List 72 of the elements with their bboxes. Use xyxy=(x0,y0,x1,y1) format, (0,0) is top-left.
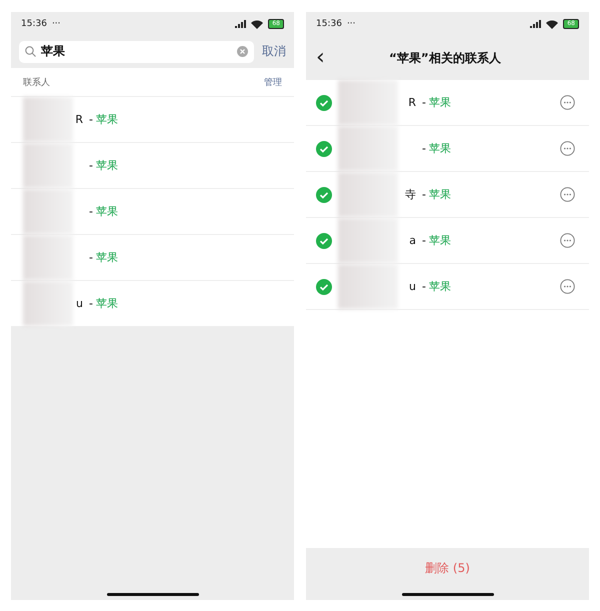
redaction-blur xyxy=(23,235,73,280)
check-icon[interactable] xyxy=(316,232,332,248)
keyword-text: 苹果 xyxy=(96,158,118,173)
status-dots: ··· xyxy=(346,19,356,29)
contact-row[interactable]: - 苹果 xyxy=(11,143,294,189)
separator-text: - xyxy=(422,188,426,201)
manage-button[interactable]: 管理 xyxy=(264,76,282,88)
wifi-icon xyxy=(251,20,264,28)
status-dots: ··· xyxy=(52,19,61,29)
separator-text: - xyxy=(89,159,93,172)
keyword-text: 苹果 xyxy=(96,204,118,219)
contact-row[interactable]: a - 苹果 xyxy=(306,218,589,264)
contact-name: R xyxy=(75,113,83,126)
wifi-icon xyxy=(546,20,558,28)
page-title: “苹果”相关的联系人 xyxy=(388,50,502,66)
check-icon[interactable] xyxy=(316,94,332,110)
separator-text: - xyxy=(422,280,426,293)
contact-name: a xyxy=(409,234,416,247)
redaction-blur xyxy=(23,143,73,188)
keyword-text: 苹果 xyxy=(96,250,118,265)
contact-row[interactable]: R - 苹果 xyxy=(11,97,294,143)
check-icon[interactable] xyxy=(316,140,332,156)
contact-name: u xyxy=(76,297,83,310)
cancel-button[interactable]: 取消 xyxy=(262,42,286,60)
signal-icon xyxy=(529,20,542,28)
redaction-blur xyxy=(23,281,73,326)
check-icon[interactable] xyxy=(316,278,332,294)
more-icon[interactable] xyxy=(560,233,575,248)
contact-name: u xyxy=(409,280,416,293)
keyword-text: 苹果 xyxy=(96,296,118,311)
separator-text: - xyxy=(422,234,426,247)
contact-row[interactable]: - 苹果 xyxy=(11,235,294,281)
redaction-blur xyxy=(23,189,73,234)
contact-row[interactable]: R - 苹果 xyxy=(306,80,589,126)
separator-text: - xyxy=(89,297,93,310)
contact-row[interactable]: u - 苹果 xyxy=(306,264,589,310)
keyword-text: 苹果 xyxy=(428,233,451,248)
contact-name: R xyxy=(408,96,416,109)
separator-text: - xyxy=(422,96,426,109)
redaction-blur xyxy=(338,218,398,263)
separator-text: - xyxy=(89,251,93,264)
separator-text: - xyxy=(89,205,93,218)
contact-row[interactable]: - 苹果 xyxy=(11,189,294,235)
more-icon[interactable] xyxy=(560,95,575,110)
more-icon[interactable] xyxy=(560,141,575,156)
back-button[interactable]: ‹ xyxy=(316,47,325,69)
redaction-blur xyxy=(338,264,398,309)
status-time: 15:36 xyxy=(21,19,47,29)
contact-row[interactable]: 寺 - 苹果 xyxy=(306,172,589,218)
redaction-blur xyxy=(338,126,398,171)
redaction-blur xyxy=(23,97,73,142)
separator-text: - xyxy=(422,142,426,155)
keyword-text: 苹果 xyxy=(428,187,451,202)
redaction-blur xyxy=(338,80,398,125)
contact-row[interactable]: u - 苹果 xyxy=(11,281,294,327)
search-field[interactable]: 苹果 xyxy=(19,40,254,62)
keyword-text: 苹果 xyxy=(428,279,451,294)
status-time: 15:36 xyxy=(316,19,342,29)
contact-name: 寺 xyxy=(405,187,416,202)
check-icon[interactable] xyxy=(316,186,332,202)
search-icon xyxy=(25,46,36,56)
keyword-text: 苹果 xyxy=(428,141,451,156)
redaction-blur xyxy=(338,172,398,217)
contact-row[interactable]: - 苹果 xyxy=(306,126,589,172)
more-icon[interactable] xyxy=(560,279,575,294)
keyword-text: 苹果 xyxy=(428,95,451,110)
section-title: 联系人 xyxy=(23,76,50,88)
keyword-text: 苹果 xyxy=(96,112,118,127)
signal-icon xyxy=(234,20,246,28)
more-icon[interactable] xyxy=(560,187,575,202)
separator-text: - xyxy=(89,113,93,126)
clear-icon[interactable] xyxy=(237,46,248,56)
